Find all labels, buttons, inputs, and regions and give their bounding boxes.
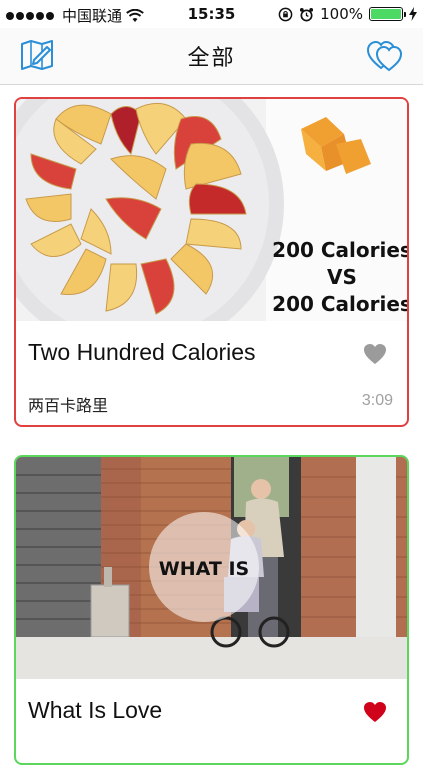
- video-thumbnail[interactable]: WHAT IS: [16, 457, 407, 679]
- video-thumbnail[interactable]: 200 Calories VS 200 Calories: [16, 99, 407, 321]
- status-right: 100%: [278, 5, 417, 23]
- video-duration: 3:09: [361, 392, 393, 409]
- thumbnail-text-line-3: 200 Calories: [272, 292, 407, 316]
- alarm-icon: [300, 7, 314, 21]
- video-title: What Is Love: [28, 697, 163, 723]
- hearts-icon: [366, 40, 403, 72]
- favorite-heart-icon[interactable]: [363, 701, 387, 723]
- charging-icon: [409, 7, 417, 21]
- favorite-heart-icon[interactable]: [363, 343, 387, 365]
- page-title: 全部: [187, 46, 236, 71]
- video-subtitle: 两百卡路里: [28, 396, 109, 415]
- thumbnail-text: WHAT IS: [159, 558, 249, 580]
- status-bar: 中国联通 15:35 100%: [0, 0, 423, 28]
- thumbnail-text-line-1: 200 Calories: [272, 238, 407, 262]
- apples-vs-squash-image: 200 Calories VS 200 Calories: [16, 99, 407, 321]
- video-title: Two Hundred Calories: [28, 339, 256, 365]
- rotation-lock-icon: [278, 7, 293, 21]
- video-card[interactable]: WHAT IS What Is Love: [14, 455, 409, 765]
- video-card[interactable]: 200 Calories VS 200 Calories Two Hundred…: [14, 97, 409, 427]
- navigation-bar: 全部: [0, 28, 423, 85]
- battery-icon: [369, 7, 406, 21]
- battery-percent: 100%: [320, 5, 363, 23]
- elderly-couple-doorway-image: WHAT IS: [16, 457, 407, 679]
- thumbnail-text-line-2: VS: [327, 265, 357, 289]
- favorites-button[interactable]: [366, 40, 403, 72]
